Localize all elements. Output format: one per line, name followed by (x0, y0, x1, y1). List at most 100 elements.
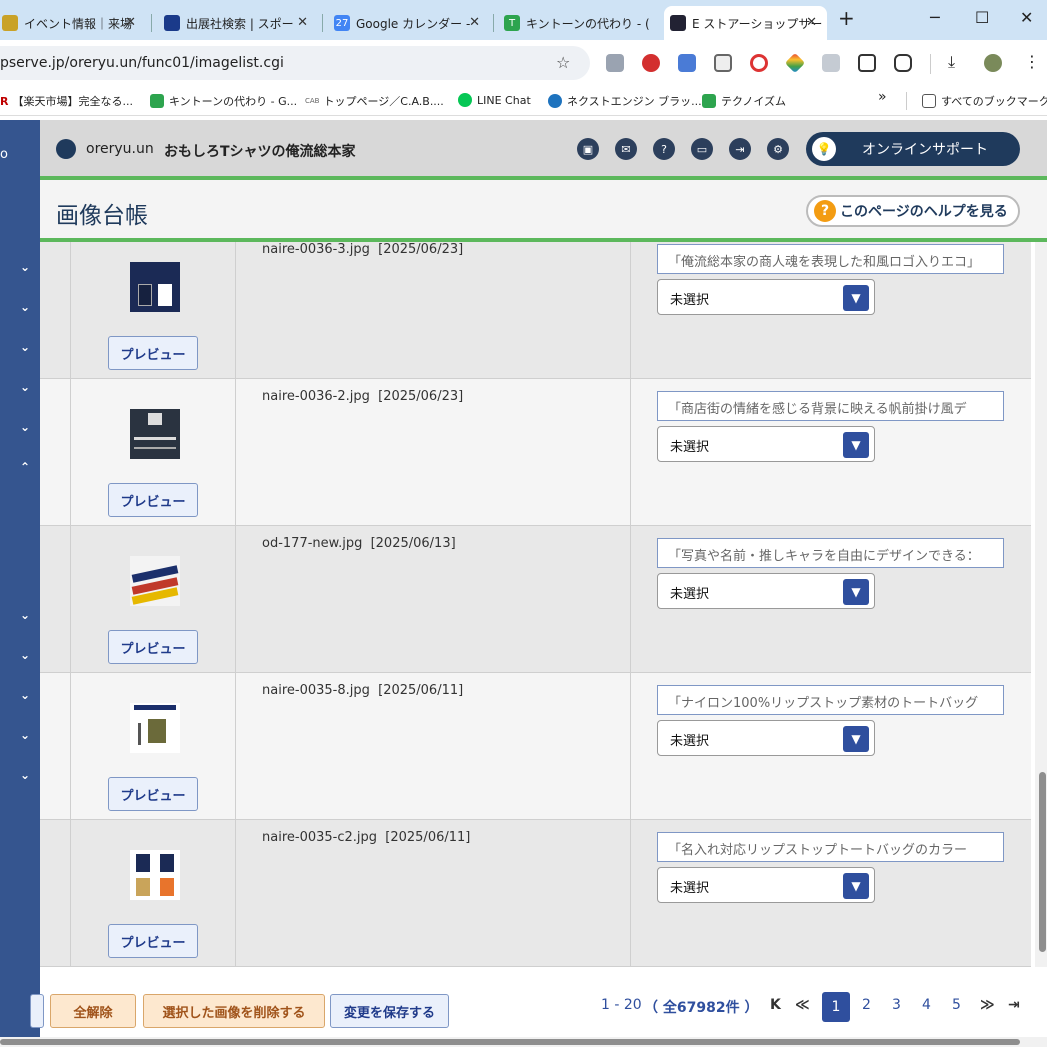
last-page-icon[interactable]: ⇥ (1008, 997, 1020, 1013)
page-button[interactable]: 4 (922, 997, 931, 1013)
tab-label: キントーンの代わり - ( (526, 16, 650, 31)
scrollbar-thumb[interactable] (1039, 772, 1046, 952)
preview-button[interactable]: プレビュー (108, 336, 198, 370)
record-extension-icon[interactable] (642, 54, 660, 72)
alt-text-input[interactable]: 「商店街の情緒を感じる背景に映える帆前掛け風デ (657, 391, 1004, 421)
bookmark-cab[interactable]: CAB トップページ／C.A.B.... (305, 93, 444, 109)
minimize-icon[interactable]: ─ (930, 8, 940, 27)
horizontal-scrollbar[interactable] (0, 1037, 1047, 1047)
user-icon (56, 139, 76, 159)
page-button[interactable]: 3 (892, 997, 901, 1013)
category-select[interactable]: 未選択 ▼ (657, 720, 875, 756)
preview-button[interactable]: プレビュー (108, 924, 198, 958)
select-value: 未選択 (670, 734, 710, 749)
image-thumbnail[interactable] (130, 703, 180, 753)
tab-exhibitor-search[interactable]: 出展社検索 | スポー ✕ (158, 6, 318, 40)
bookmark-divider (906, 92, 907, 110)
close-icon[interactable]: ✕ (469, 15, 480, 30)
search-extension-icon[interactable] (714, 54, 732, 72)
preview-button[interactable]: プレビュー (108, 630, 198, 664)
filename-text: naire-0035-8.jpg (262, 683, 370, 698)
page-help-button[interactable]: ? このページのヘルプを見る (806, 195, 1020, 227)
settings-icon[interactable]: ⚙ (767, 138, 789, 160)
chevron-down-icon[interactable]: ⌄ (20, 260, 30, 274)
preview-button[interactable]: プレビュー (108, 777, 198, 811)
all-bookmarks-button[interactable]: すべてのブックマーク (922, 93, 1047, 109)
download-icon[interactable]: ⤓ (948, 52, 955, 72)
alt-text-input[interactable]: 「写真や名前・推しキャラを自由にデザインできる： (657, 538, 1004, 568)
chevron-down-icon[interactable]: ⌄ (20, 648, 30, 662)
store-icon[interactable]: ▣ (577, 138, 599, 160)
puzzle-extensions-icon[interactable] (894, 54, 912, 72)
category-select[interactable]: 未選択 ▼ (657, 867, 875, 903)
chevron-down-icon[interactable]: ⌄ (20, 608, 30, 622)
tab-kintone[interactable]: T キントーンの代わり - ( (498, 6, 660, 40)
tab-favicon-icon (164, 15, 180, 31)
category-select[interactable]: 未選択 ▼ (657, 279, 875, 315)
alt-text-input[interactable]: 「俺流総本家の商人魂を表現した和風ロゴ入りエコ」 (657, 244, 1004, 274)
bookmark-kintone[interactable]: キントーンの代わり - G... (150, 93, 297, 109)
menu-kebab-icon[interactable]: ⋮ (1024, 52, 1040, 71)
category-select[interactable]: 未選択 ▼ (657, 426, 875, 462)
close-icon[interactable]: ✕ (806, 15, 817, 30)
prev-page-icon[interactable]: ≪ (795, 997, 810, 1013)
first-page-icon[interactable]: K (770, 997, 781, 1013)
online-support-label: オンラインサポート (862, 142, 988, 158)
logout-icon[interactable]: ⇥ (729, 138, 751, 160)
new-tab-icon[interactable]: + (838, 6, 855, 30)
chat-icon[interactable]: ▭ (691, 138, 713, 160)
tab-divider (322, 14, 323, 32)
color-extension-icon[interactable] (784, 52, 806, 74)
mail-icon[interactable]: ✉ (615, 138, 637, 160)
category-select[interactable]: 未選択 ▼ (657, 573, 875, 609)
save-changes-button[interactable]: 変更を保存する (330, 994, 449, 1028)
tab-estore[interactable]: E ストアーショップサー ✕ (664, 6, 827, 40)
alt-text-input[interactable]: 「ナイロン100%リップストップ素材のトートバッグ (657, 685, 1004, 715)
chevron-down-icon[interactable]: ⌄ (20, 728, 30, 742)
close-icon[interactable]: ✕ (125, 15, 136, 30)
image-thumbnail[interactable] (130, 262, 180, 312)
table-extension-icon[interactable] (858, 54, 876, 72)
chevron-down-icon[interactable]: ⌄ (20, 768, 30, 782)
horizontal-scroll-thumb[interactable] (0, 1039, 1020, 1045)
tab-google-calendar[interactable]: 27 Google カレンダー - ✕ (328, 6, 490, 40)
column-divider (70, 820, 71, 967)
profile-avatar[interactable] (984, 54, 1002, 72)
bookmark-technoism[interactable]: テクノイズム (702, 93, 786, 109)
close-window-icon[interactable]: ✕ (1020, 8, 1033, 27)
online-support-button[interactable]: 💡 オンラインサポート (806, 132, 1020, 166)
url-field[interactable]: pserve.jp/oreryu.un/func01/imagelist.cgi… (0, 46, 590, 80)
tab-event-info[interactable]: イベント情報｜来場 ✕ (0, 6, 146, 40)
select-all-button-partial[interactable] (30, 994, 44, 1028)
devtools-extension-icon[interactable] (606, 54, 624, 72)
help-icon[interactable]: ? (653, 138, 675, 160)
chevron-up-icon[interactable]: ⌃ (20, 460, 30, 474)
tab-favicon-icon (2, 15, 18, 31)
maximize-icon[interactable]: ☐ (975, 8, 989, 27)
target-extension-icon[interactable] (750, 54, 768, 72)
clear-all-button[interactable]: 全解除 (50, 994, 136, 1028)
chevron-down-icon[interactable]: ⌄ (20, 300, 30, 314)
page-button-current[interactable]: 1 (822, 992, 850, 1022)
bookmark-next-engine[interactable]: ネクストエンジン ブラッ... (548, 93, 702, 109)
bookmark-line-chat[interactable]: LINE Chat (458, 93, 531, 107)
chevron-down-icon[interactable]: ⌄ (20, 420, 30, 434)
next-page-icon[interactable]: ≫ (980, 997, 995, 1013)
image-thumbnail[interactable] (130, 556, 180, 606)
bookmark-star-icon[interactable]: ☆ (556, 53, 570, 72)
chevron-down-icon[interactable]: ⌄ (20, 340, 30, 354)
more-bookmarks-button[interactable]: » (878, 89, 887, 105)
chevron-down-icon[interactable]: ⌄ (20, 380, 30, 394)
image-thumbnail[interactable] (130, 850, 180, 900)
preview-button[interactable]: プレビュー (108, 483, 198, 517)
chevron-down-icon[interactable]: ⌄ (20, 688, 30, 702)
bookmark-rakuten[interactable]: R 【楽天市場】完全なる... (0, 93, 133, 109)
page-button[interactable]: 5 (952, 997, 961, 1013)
translate-extension-icon[interactable] (678, 54, 696, 72)
alt-text-input[interactable]: 「名入れ対応リップストップトートバッグのカラー (657, 832, 1004, 862)
window-extension-icon[interactable] (822, 54, 840, 72)
delete-selected-button[interactable]: 選択した画像を削除する (143, 994, 325, 1028)
page-button[interactable]: 2 (862, 997, 871, 1013)
close-icon[interactable]: ✕ (297, 15, 308, 30)
image-thumbnail[interactable] (130, 409, 180, 459)
